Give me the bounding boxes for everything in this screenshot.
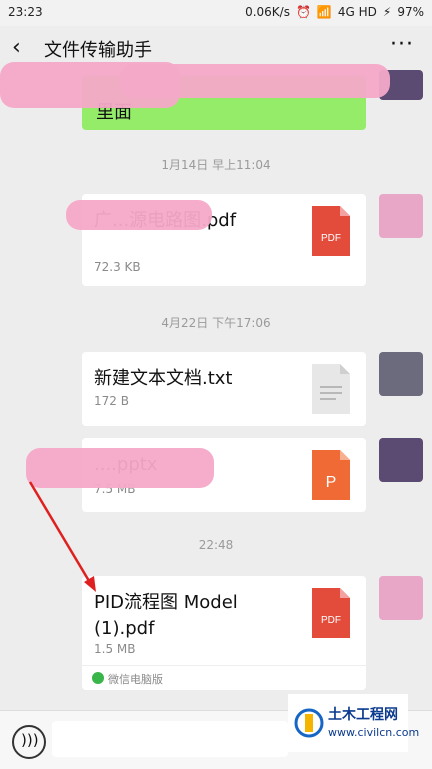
- file-size: 172 B: [94, 394, 129, 408]
- message-input[interactable]: [52, 721, 288, 757]
- watermark: 土木工程网 www.civilcn.com: [288, 694, 419, 752]
- status-bar: 23:23 0.06K/s ⏰ 📶 4G HD ⚡ 97%: [0, 0, 432, 26]
- redaction-mark: [66, 200, 212, 230]
- alarm-icon: ⏰: [295, 5, 311, 19]
- svg-text:PDF: PDF: [321, 615, 341, 626]
- battery-level: 97%: [397, 5, 424, 19]
- watermark-title: 土木工程网: [328, 707, 398, 723]
- back-button[interactable]: ‹: [12, 34, 36, 62]
- redaction-mark: [120, 64, 390, 98]
- file-size: 72.3 KB: [94, 260, 141, 274]
- avatar[interactable]: [379, 352, 423, 396]
- pptx-file-icon: P: [312, 450, 350, 500]
- watermark-url: www.civilcn.com: [328, 726, 420, 739]
- txt-file-icon: [312, 364, 350, 414]
- more-button[interactable]: ···: [390, 32, 414, 57]
- wechat-pc-icon: [92, 672, 104, 684]
- status-right: 0.06K/s ⏰ 📶 4G HD ⚡ 97%: [245, 5, 424, 19]
- watermark-logo-icon: [294, 708, 324, 738]
- net-speed: 0.06K/s: [245, 5, 290, 19]
- timestamp: 1月14日 早上11:04: [161, 158, 271, 172]
- redaction-mark: [26, 448, 214, 488]
- status-time: 23:23: [8, 5, 43, 19]
- pdf-file-icon: PDF: [312, 588, 350, 638]
- svg-text:P: P: [326, 474, 337, 491]
- file-message-card[interactable]: 新建文本文档.txt 172 B: [82, 352, 366, 426]
- network-label: 4G HD: [337, 5, 377, 19]
- charging-icon: ⚡: [382, 5, 392, 19]
- ellipsis-icon: ···: [390, 32, 414, 57]
- pdf-file-icon: PDF: [312, 206, 350, 256]
- file-name: 新建文本文档.txt: [94, 368, 233, 389]
- avatar[interactable]: [379, 576, 423, 620]
- file-size: 1.5 MB: [94, 642, 136, 656]
- timestamp: 22:48: [198, 538, 234, 552]
- file-name: PID流程图 Model (1).pdf: [94, 592, 238, 639]
- card-footer: 微信电脑版: [82, 665, 366, 690]
- wifi-icon: 📶: [316, 5, 332, 19]
- timestamp: 4月22日 下午17:06: [161, 316, 271, 330]
- avatar[interactable]: [379, 194, 423, 238]
- file-message-card[interactable]: PID流程图 Model (1).pdf 1.5 MB PDF 微信电脑版: [82, 576, 366, 690]
- chevron-left-icon: ‹: [12, 35, 21, 60]
- chat-title: 文件传输助手: [44, 40, 152, 61]
- voice-icon: ))): [21, 731, 39, 749]
- avatar[interactable]: [379, 438, 423, 482]
- svg-text:PDF: PDF: [321, 233, 341, 244]
- voice-button[interactable]: ))): [12, 725, 46, 759]
- footer-label: 微信电脑版: [108, 673, 163, 686]
